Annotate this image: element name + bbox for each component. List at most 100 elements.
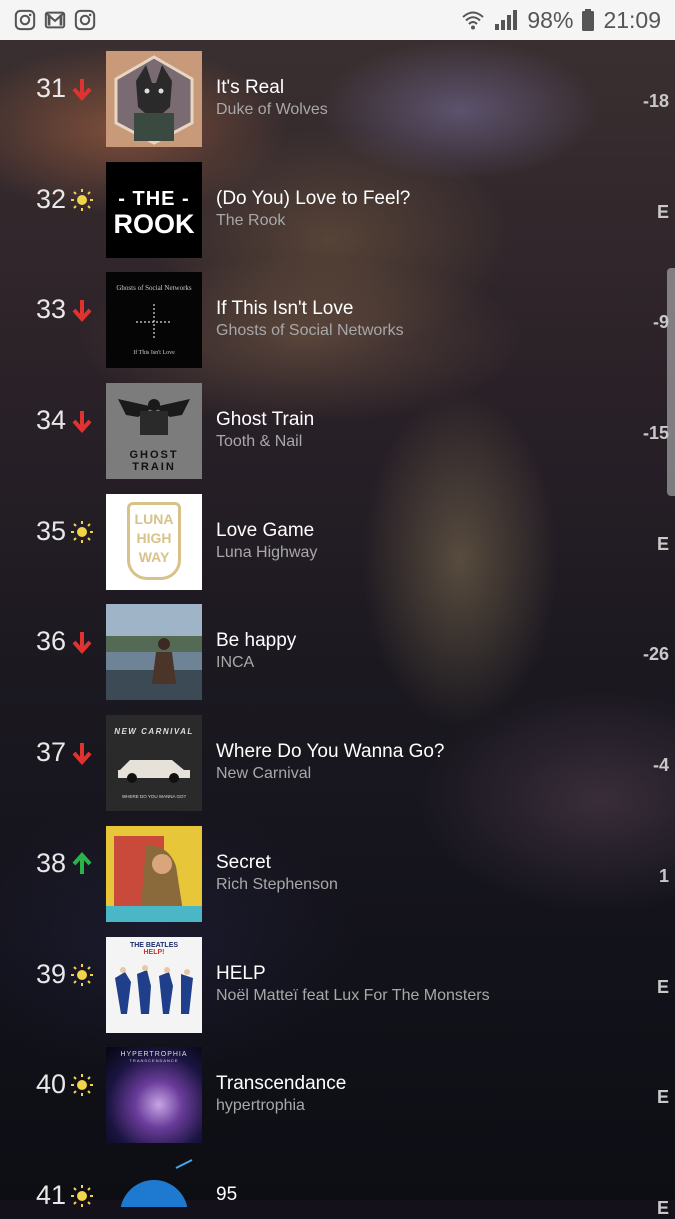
artist-name: The Rook xyxy=(216,211,286,229)
rank-number: 34 xyxy=(35,405,66,436)
art-text: TRANSCENDANCE xyxy=(129,1058,179,1064)
artist-name: INCA xyxy=(216,654,255,672)
arrow-down-icon xyxy=(70,74,94,104)
instagram-icon xyxy=(14,9,36,31)
album-art: NEW CARNIVAL WHERE DO YOU WANNA GO? xyxy=(106,715,202,812)
chart-row[interactable]: 39 THE BEATLES HELP! HELP Noël Matteï fe… xyxy=(0,926,675,1037)
arrow-up-icon xyxy=(70,849,94,879)
arrow-down-icon xyxy=(70,406,94,436)
rank-number: 39 xyxy=(35,958,66,989)
art-text: NEW CARNIVAL xyxy=(114,727,194,737)
song-title: 95 xyxy=(216,1183,238,1205)
position-change: -26 xyxy=(642,644,669,665)
artist-name: Rich Stephenson xyxy=(216,875,338,893)
position-change: E xyxy=(656,533,669,554)
luna-shield: LUNA HIGH WAY xyxy=(127,501,181,580)
art-text: HYPERTROPHIA xyxy=(120,1051,188,1059)
artist-name: hypertrophia xyxy=(216,1097,305,1115)
song-title: Be happy xyxy=(216,630,297,652)
art-text: GHOST TRAIN xyxy=(129,449,179,474)
arrow-down-icon xyxy=(70,627,94,657)
art-text: THE BEATLES xyxy=(129,941,179,949)
artist-name: Duke of Wolves xyxy=(216,101,328,118)
song-title: Where Do You Wanna Go? xyxy=(216,741,445,763)
art-text: WAY xyxy=(138,548,170,565)
rank-number: 32 xyxy=(35,183,66,214)
rank-number: 37 xyxy=(35,737,66,768)
chart-row[interactable]: 41 95 E xyxy=(0,1147,675,1218)
artist-name: Ghosts of Social Networks xyxy=(216,322,404,340)
sun-new-entry-icon xyxy=(70,1181,94,1211)
song-title: (Do You) Love to Feel? xyxy=(216,187,411,209)
system-indicators: 98% 21:09 xyxy=(461,7,661,34)
sun-new-entry-icon xyxy=(70,517,94,547)
art-text: HIGH xyxy=(136,529,172,546)
position-change: -15 xyxy=(642,423,669,444)
position-change: E xyxy=(656,1197,669,1218)
rank-number: 41 xyxy=(35,1179,66,1210)
battery-icon xyxy=(582,9,595,31)
battery-percent: 98% xyxy=(527,6,574,33)
position-change: -9 xyxy=(652,312,669,333)
sun-new-entry-icon xyxy=(70,960,94,990)
position-change: -18 xyxy=(642,91,669,111)
artist-name: New Carnival xyxy=(216,765,312,783)
artist-name: Luna Highway xyxy=(216,543,318,561)
album-art xyxy=(106,51,202,147)
sun-new-entry-icon xyxy=(70,1070,94,1100)
chart-row[interactable]: 38 Secret Rich Stephenson 1 xyxy=(0,815,675,926)
sun-new-entry-icon xyxy=(70,185,94,215)
position-change: E xyxy=(656,201,669,222)
chart-row[interactable]: 35 LUNA HIGH WAY Love Game Luna Highway … xyxy=(0,483,675,594)
instagram-icon xyxy=(74,9,96,31)
album-art xyxy=(106,604,202,701)
rank-number: 38 xyxy=(35,847,66,878)
song-title: If This Isn't Love xyxy=(216,298,354,320)
song-title: Ghost Train xyxy=(216,409,315,431)
art-text: WHERE DO YOU WANNA GO? xyxy=(121,794,186,800)
gmail-icon xyxy=(44,11,66,29)
chart-row[interactable]: 32 - THE - ROOK (Do You) Love to Feel? T… xyxy=(0,151,675,262)
album-art xyxy=(106,825,202,922)
wifi-icon xyxy=(462,11,485,30)
art-text: HELP! xyxy=(143,948,165,956)
chart-row[interactable]: 31 It's Real Duke of Wolves -18 xyxy=(0,40,675,151)
arrow-down-icon xyxy=(70,295,94,325)
album-art: LUNA HIGH WAY xyxy=(106,493,202,590)
album-art: - THE - ROOK xyxy=(106,161,202,258)
song-title: It's Real xyxy=(216,77,285,98)
art-text: ROOK xyxy=(113,208,195,239)
chart-row[interactable]: 34 GHOST TRAIN Ghost Train Tooth & Nail … xyxy=(0,372,675,483)
arrow-down-icon xyxy=(70,738,94,768)
signal-icon xyxy=(495,10,518,30)
status-bar: 98% 21:09 xyxy=(0,0,675,40)
chart-list: 31 It's Real Duke of Wolves -18 32 - THE… xyxy=(0,40,675,1218)
rank-number: 35 xyxy=(35,515,66,546)
artist-name: Noël Matteï feat Lux For The Monsters xyxy=(216,986,490,1004)
chart-row[interactable]: 37 NEW CARNIVAL WHERE DO YOU WANNA GO? W… xyxy=(0,704,675,815)
rank-number: 36 xyxy=(35,626,66,657)
song-title: HELP xyxy=(216,962,266,984)
chart-row[interactable]: 40 HYPERTROPHIA TRANSCENDANCE Transcenda… xyxy=(0,1036,675,1147)
rank-number: 31 xyxy=(35,73,66,103)
song-title: Transcendance xyxy=(216,1073,347,1095)
rank-number: 40 xyxy=(35,1069,66,1100)
art-text: LUNA xyxy=(134,510,174,527)
chart-row[interactable]: 36 Be happy INCA -26 xyxy=(0,593,675,704)
chart-row[interactable]: 33 Ghosts of Social Networks If This Isn… xyxy=(0,261,675,372)
song-title: Secret xyxy=(216,851,271,873)
album-art: THE BEATLES HELP! xyxy=(106,936,202,1033)
art-text: If This Isn't Love xyxy=(133,350,175,357)
album-art: HYPERTROPHIA TRANSCENDANCE xyxy=(106,1047,202,1144)
art-text: - THE - xyxy=(118,187,190,210)
rank-number: 33 xyxy=(35,294,66,325)
position-change: -4 xyxy=(652,755,669,776)
song-title: Love Game xyxy=(216,519,315,541)
position-change: E xyxy=(656,976,669,997)
artist-name: Tooth & Nail xyxy=(216,433,303,451)
album-art: GHOST TRAIN xyxy=(106,383,202,480)
art-text: Ghosts of Social Networks xyxy=(116,284,192,293)
clock: 21:09 xyxy=(603,6,661,33)
position-change: 1 xyxy=(658,865,669,886)
notification-icons xyxy=(14,9,96,31)
